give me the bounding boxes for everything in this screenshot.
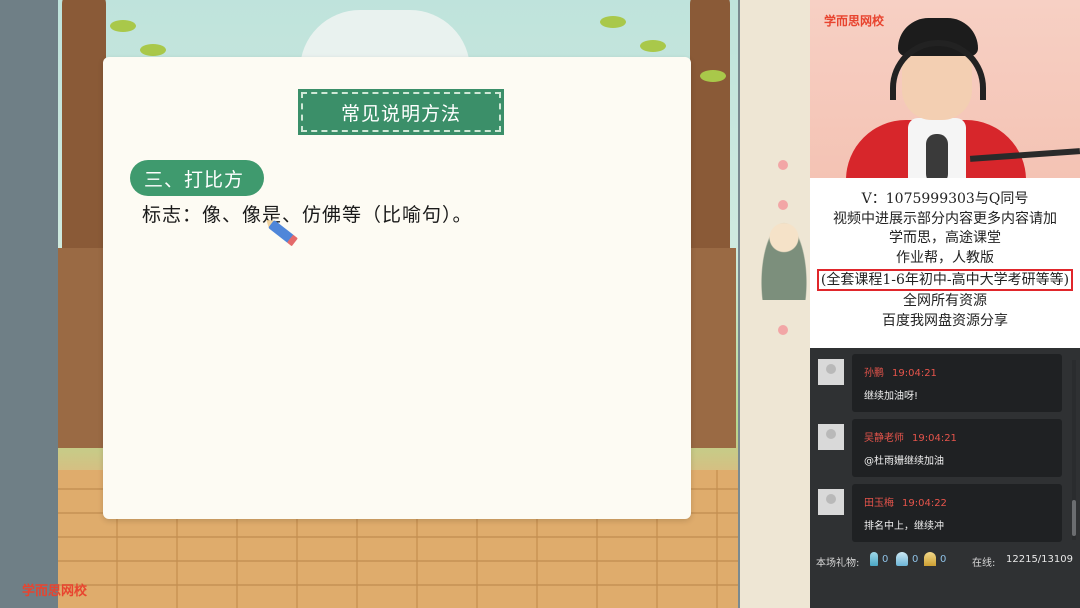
section-heading: 三、打比方: [130, 160, 264, 196]
background-fence-right: [690, 248, 736, 448]
chat-user-name: 吴静老师: [864, 433, 904, 444]
slide-title: 常见说明方法: [298, 89, 504, 135]
chat-time: 19:04:21: [912, 433, 957, 444]
avatar: [818, 359, 844, 385]
lesson-logo: 学而思网校: [22, 584, 88, 599]
chat-user-name: 孙鹏: [864, 368, 884, 379]
ornament-bead: [778, 160, 788, 170]
gift-label: 本场礼物:: [816, 558, 860, 569]
leaf-decoration: [110, 20, 136, 32]
video-logo: 学而思网校: [824, 14, 885, 28]
cup-icon[interactable]: [896, 552, 908, 566]
chat-text: 继续加油呀!: [864, 391, 919, 402]
notice-panel: V：1075999303与Q同号 视频中进展示部分内容更多内容请加 学而思，高途…: [810, 178, 1080, 348]
chat-text: 排名中上，继续冲: [864, 521, 944, 532]
hanging-ornament: [760, 160, 808, 340]
crown-icon[interactable]: [924, 552, 936, 566]
online-count: 12215/13109: [1006, 554, 1073, 565]
online-label: 在线:: [972, 558, 996, 569]
avatar: [818, 424, 844, 450]
notice-line: 视频中进展示部分内容更多内容请加: [833, 210, 1057, 227]
sign-text: 标志：像、像是、仿佛等（比喻句）。: [142, 204, 473, 226]
leaf-decoration: [700, 70, 726, 82]
chat-scrollbar-thumb[interactable]: [1072, 500, 1076, 536]
chat-message: 田玉梅 19:04:22 排名中上，继续冲: [818, 484, 1064, 544]
notice-line: 全网所有资源: [903, 293, 987, 309]
teacher-video[interactable]: 学而思网校: [810, 0, 1080, 178]
trophy-icon[interactable]: [870, 552, 878, 566]
notice-line: 作业帮，人教版: [896, 249, 994, 266]
leaf-decoration: [140, 44, 166, 56]
notice-line: 百度我网盘资源分享: [882, 312, 1008, 329]
gift-count: 0: [882, 554, 889, 565]
ornament-bead: [778, 325, 788, 335]
leaf-decoration: [600, 16, 626, 28]
chat-user: 吴静老师 19:04:21: [864, 429, 957, 444]
gift-count: 0: [940, 554, 947, 565]
notice-line: V：1075999303与Q同号: [861, 191, 1029, 207]
lesson-slide: 常见说明方法 三、打比方 标志：像、像是、仿佛等（比喻句）。 学而思网校: [0, 0, 810, 608]
chat-user: 田玉梅 19:04:22: [864, 494, 947, 509]
chat-time: 19:04:21: [892, 368, 937, 379]
notice-highlight: (全套课程1-6年初中-高中大学考研等等): [816, 269, 1074, 291]
chat-text: @杜雨姗继续加油: [864, 456, 944, 467]
background-fence-left: [58, 248, 104, 448]
gift-bar: 本场礼物: 0 0 0 在线: 12215/13109: [810, 544, 1080, 576]
microphone-icon: [926, 134, 948, 178]
ornament-bead: [778, 200, 788, 210]
chat-user: 孙鹏 19:04:21: [864, 364, 937, 379]
chat-message: 孙鹏 19:04:21 继续加油呀!: [818, 354, 1064, 414]
gift-count: 0: [912, 554, 919, 565]
chat-list[interactable]: 孙鹏 19:04:21 继续加油呀! 吴静老师 19:04:21 @杜雨姗继续加油 …: [810, 348, 1080, 544]
doll-icon: [760, 220, 808, 300]
chat-bubble: 孙鹏 19:04:21 继续加油呀!: [852, 354, 1062, 412]
leaf-decoration: [640, 40, 666, 52]
chat-message: 吴静老师 19:04:21 @杜雨姗继续加油: [818, 419, 1064, 479]
avatar: [818, 489, 844, 515]
chat-time: 19:04:22: [902, 498, 947, 509]
chat-bubble: 吴静老师 19:04:21 @杜雨姗继续加油: [852, 419, 1062, 477]
chat-user-name: 田玉梅: [864, 498, 894, 509]
right-panel: 学而思网校 V：1075999303与Q同号 视频中进展示部分内容更多内容请加 …: [810, 0, 1080, 608]
background-wall-left: [0, 0, 58, 608]
chat-bubble: 田玉梅 19:04:22 排名中上，继续冲: [852, 484, 1062, 542]
notice-line: 学而思，高途课堂: [889, 230, 1001, 246]
